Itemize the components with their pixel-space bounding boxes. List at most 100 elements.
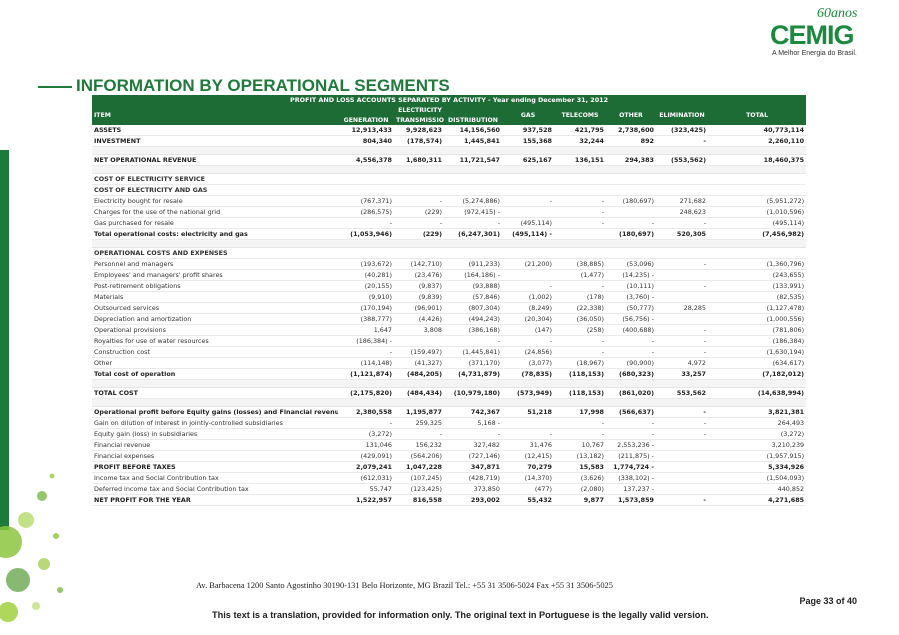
row-value: (4,426)	[394, 313, 444, 325]
table-row: COST OF ELECTRICITY SERVICE	[92, 173, 807, 185]
row-value: (24,856)	[502, 346, 554, 358]
row-value: -	[554, 280, 606, 292]
row-value: (7,456,982)	[708, 228, 807, 240]
row-value: (494,243)	[444, 313, 502, 325]
row-value: (193,672)	[338, 258, 394, 270]
row-value: 70,279	[502, 461, 554, 473]
row-value: 15,583	[554, 461, 606, 473]
row-value: 2,380,558	[338, 406, 394, 418]
decorative-bubbles	[0, 473, 63, 622]
row-value: (123,425)	[394, 483, 444, 495]
row-value: -	[606, 417, 656, 429]
table-row: Deferred income tax and Social Contribut…	[92, 483, 807, 495]
row-value: (2,080)	[554, 483, 606, 495]
row-value: (20,304)	[502, 313, 554, 325]
row-value: (14,370)	[502, 472, 554, 484]
row-value: (3,626)	[554, 472, 606, 484]
row-value: (1,000,556)	[708, 313, 807, 325]
row-value	[554, 173, 606, 185]
row-value: (22,338)	[554, 302, 606, 314]
row-value: (680,323)	[606, 368, 656, 380]
row-value: (400,688)	[606, 324, 656, 336]
row-value: 31,476	[502, 439, 554, 451]
spacer-cell	[92, 398, 807, 407]
row-value: -	[502, 428, 554, 440]
row-value: (1,504,093)	[708, 472, 807, 484]
table-row: ASSETS 12,913,433 9,928,623 14,156,560 937,5…	[92, 125, 807, 136]
row-value: 421,795	[554, 125, 606, 136]
row-value: (93,888)	[444, 280, 502, 292]
row-value	[656, 291, 708, 303]
row-value: 293,002	[444, 494, 502, 506]
row-value: (8,249)	[502, 302, 554, 314]
row-value: 625,167	[502, 154, 554, 166]
row-value: (553,562)	[656, 154, 708, 166]
row-value: 51,218	[502, 406, 554, 418]
row-value: 937,528	[502, 125, 554, 136]
row-value: -	[656, 406, 708, 418]
row-value: 136,151	[554, 154, 606, 166]
row-value: 55,747	[338, 483, 394, 495]
row-label: INVESTMENT	[92, 135, 338, 147]
row-label: COST OF ELECTRICITY AND GAS	[92, 184, 338, 196]
row-value	[606, 247, 656, 259]
spacer-row	[92, 165, 807, 174]
row-value	[708, 247, 807, 259]
row-value	[554, 184, 606, 196]
row-value: 10,767	[554, 439, 606, 451]
row-value: 4,271,685	[708, 494, 807, 506]
table-row: NET PROFIT FOR THE YEAR 1,522,957 816,558 2…	[92, 494, 807, 506]
row-label: Other	[92, 357, 338, 369]
row-value: (114,148)	[338, 357, 394, 369]
row-value: (36,050)	[554, 313, 606, 325]
row-value: (211,875) -	[606, 450, 656, 462]
row-value	[656, 461, 708, 473]
row-value: 264,493	[708, 417, 807, 429]
row-value	[606, 206, 656, 218]
row-value: 2,553,236 -	[606, 439, 656, 451]
row-value: (13,182)	[554, 450, 606, 462]
row-value: 1,195,877	[394, 406, 444, 418]
row-value: 892	[606, 135, 656, 147]
row-value	[708, 173, 807, 185]
row-value: (164,186) -	[444, 269, 502, 281]
row-value: -	[338, 417, 394, 429]
row-value: (23,476)	[394, 269, 444, 281]
row-value: -	[656, 217, 708, 229]
table-row: Other (114,148) (41,327) (371,170) (3,077) (1…	[92, 357, 807, 369]
row-value	[444, 173, 502, 185]
row-value: 1,680,311	[394, 154, 444, 166]
row-value: (1,010,596)	[708, 206, 807, 218]
row-value: (18,967)	[554, 357, 606, 369]
row-value: (484,434)	[394, 387, 444, 399]
row-value: (107,245)	[394, 472, 444, 484]
row-value: -	[502, 195, 554, 207]
row-value: (911,233)	[444, 258, 502, 270]
row-value: (371,170)	[444, 357, 502, 369]
row-value	[554, 247, 606, 259]
table-row: Total operational costs: electricity and…	[92, 228, 807, 240]
table-row: Outsourced services (170,194) (96,901) (807…	[92, 302, 807, 314]
row-value: (495,114)	[708, 217, 807, 229]
header-other: OTHER	[606, 105, 656, 125]
row-value: (5,274,886)	[444, 195, 502, 207]
row-value: 11,721,547	[444, 154, 502, 166]
row-value	[656, 483, 708, 495]
row-value: -	[338, 346, 394, 358]
row-value: (1,477)	[554, 269, 606, 281]
row-label: Equity gain (loss) in subsidiaries	[92, 428, 338, 440]
title-dash	[38, 86, 72, 88]
row-label: OPERATIONAL COSTS AND EXPENSES	[92, 247, 338, 259]
row-value: -	[444, 428, 502, 440]
row-label: Depreciation and amortization	[92, 313, 338, 325]
row-value: (1,127,478)	[708, 302, 807, 314]
row-value: 327,482	[444, 439, 502, 451]
table-row: Income tax and Social Contribution tax (6…	[92, 472, 807, 484]
row-value	[502, 184, 554, 196]
table-row: PROFIT BEFORE TAXES 2,079,241 1,047,228 347…	[92, 461, 807, 473]
row-value: 155,368	[502, 135, 554, 147]
row-label: TOTAL COST	[92, 387, 338, 399]
header-gas: GAS	[502, 105, 554, 125]
row-value: (573,949)	[502, 387, 554, 399]
row-value: 12,913,433	[338, 125, 394, 136]
